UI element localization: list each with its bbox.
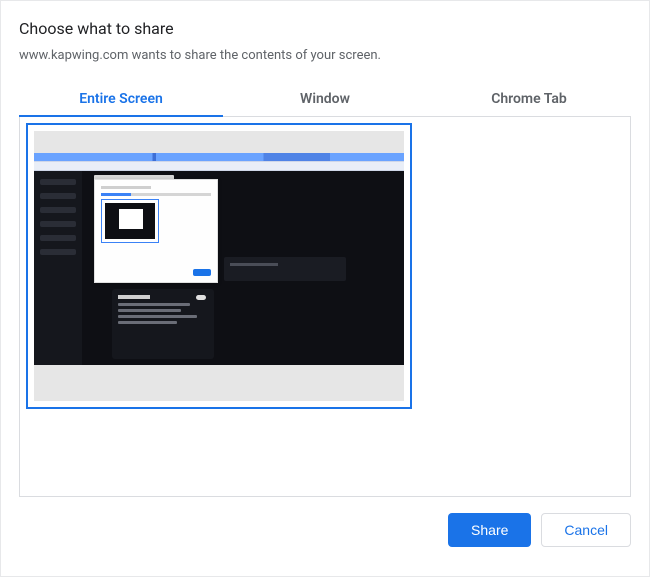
dialog-subtitle: www.kapwing.com wants to share the conte… bbox=[19, 48, 631, 63]
tab-window[interactable]: Window bbox=[223, 81, 427, 116]
dialog-title: Choose what to share bbox=[19, 19, 631, 38]
source-tabs: Entire Screen Window Chrome Tab bbox=[19, 81, 631, 117]
dialog-footer: Share Cancel bbox=[1, 497, 649, 563]
tab-entire-screen[interactable]: Entire Screen bbox=[19, 81, 223, 116]
cancel-button[interactable]: Cancel bbox=[541, 513, 631, 547]
preview-panel bbox=[19, 117, 631, 497]
tab-chrome-tab[interactable]: Chrome Tab bbox=[427, 81, 631, 116]
share-button[interactable]: Share bbox=[448, 513, 531, 547]
screen-thumbnail bbox=[34, 131, 404, 401]
share-dialog: Choose what to share www.kapwing.com wan… bbox=[1, 1, 649, 497]
screen-preview-1[interactable] bbox=[26, 123, 412, 409]
